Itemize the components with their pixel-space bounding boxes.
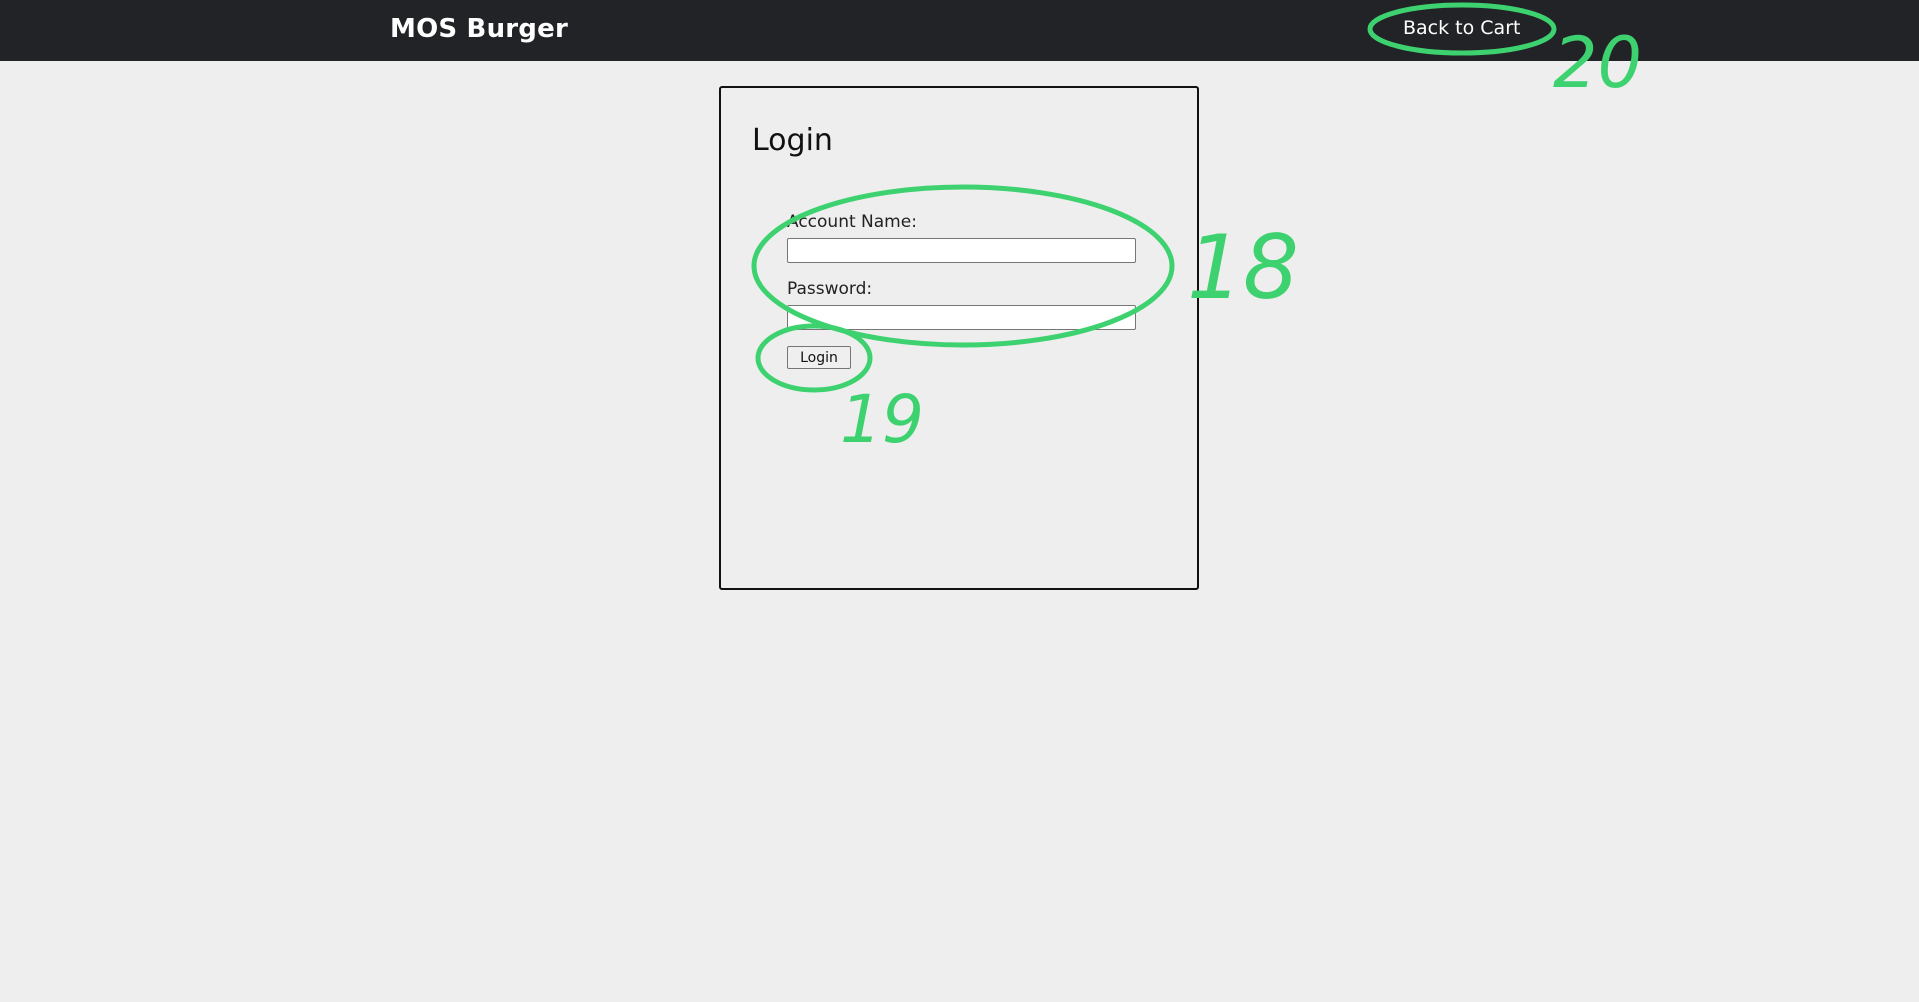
account-name-input[interactable] bbox=[787, 238, 1136, 263]
login-card: Login Account Name: Password: Login bbox=[719, 86, 1199, 590]
password-label: Password: bbox=[787, 279, 873, 299]
back-to-cart-link[interactable]: Back to Cart bbox=[1403, 17, 1520, 39]
password-input[interactable] bbox=[787, 305, 1136, 330]
annotation-label-18: 18 bbox=[1187, 216, 1299, 319]
top-navbar: MOS Burger Back to Cart bbox=[0, 0, 1919, 61]
login-title: Login bbox=[752, 123, 833, 158]
account-name-label: Account Name: bbox=[787, 212, 917, 232]
brand-logo[interactable]: MOS Burger bbox=[390, 14, 568, 44]
login-button[interactable]: Login bbox=[787, 346, 851, 369]
